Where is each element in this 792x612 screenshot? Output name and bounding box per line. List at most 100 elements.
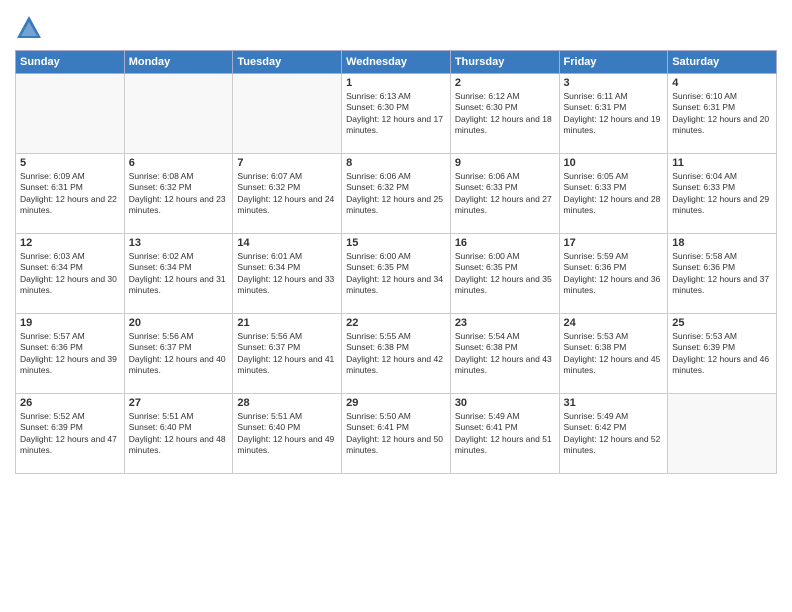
- day-number: 11: [672, 157, 772, 169]
- calendar-day: [16, 74, 125, 154]
- calendar-day: 7 Sunrise: 6:07 AM Sunset: 6:32 PM Dayli…: [233, 154, 342, 234]
- calendar-day: 21 Sunrise: 5:56 AM Sunset: 6:37 PM Dayl…: [233, 314, 342, 394]
- day-number: 26: [20, 397, 120, 409]
- day-detail: Sunrise: 6:05 AM Sunset: 6:33 PM Dayligh…: [564, 171, 664, 217]
- day-number: 22: [346, 317, 446, 329]
- calendar-day: 25 Sunrise: 5:53 AM Sunset: 6:39 PM Dayl…: [668, 314, 777, 394]
- day-number: 15: [346, 237, 446, 249]
- calendar-week-row: 26 Sunrise: 5:52 AM Sunset: 6:39 PM Dayl…: [16, 394, 777, 474]
- day-number: 19: [20, 317, 120, 329]
- day-number: 30: [455, 397, 555, 409]
- day-number: 17: [564, 237, 664, 249]
- calendar-week-row: 1 Sunrise: 6:13 AM Sunset: 6:30 PM Dayli…: [16, 74, 777, 154]
- day-number: 20: [129, 317, 229, 329]
- calendar-day: 14 Sunrise: 6:01 AM Sunset: 6:34 PM Dayl…: [233, 234, 342, 314]
- day-detail: Sunrise: 5:49 AM Sunset: 6:41 PM Dayligh…: [455, 411, 555, 457]
- calendar-day: 6 Sunrise: 6:08 AM Sunset: 6:32 PM Dayli…: [124, 154, 233, 234]
- day-detail: Sunrise: 6:10 AM Sunset: 6:31 PM Dayligh…: [672, 91, 772, 137]
- day-number: 21: [237, 317, 337, 329]
- day-number: 16: [455, 237, 555, 249]
- day-number: 6: [129, 157, 229, 169]
- day-detail: Sunrise: 6:12 AM Sunset: 6:30 PM Dayligh…: [455, 91, 555, 137]
- day-number: 29: [346, 397, 446, 409]
- day-number: 18: [672, 237, 772, 249]
- day-detail: Sunrise: 5:56 AM Sunset: 6:37 PM Dayligh…: [237, 331, 337, 377]
- calendar-day: 3 Sunrise: 6:11 AM Sunset: 6:31 PM Dayli…: [559, 74, 668, 154]
- day-detail: Sunrise: 5:51 AM Sunset: 6:40 PM Dayligh…: [129, 411, 229, 457]
- day-detail: Sunrise: 6:00 AM Sunset: 6:35 PM Dayligh…: [346, 251, 446, 297]
- day-detail: Sunrise: 5:53 AM Sunset: 6:39 PM Dayligh…: [672, 331, 772, 377]
- header: [15, 10, 777, 42]
- day-detail: Sunrise: 6:03 AM Sunset: 6:34 PM Dayligh…: [20, 251, 120, 297]
- weekday-header: Sunday: [16, 51, 125, 74]
- day-number: 8: [346, 157, 446, 169]
- calendar: SundayMondayTuesdayWednesdayThursdayFrid…: [15, 50, 777, 474]
- calendar-day: 30 Sunrise: 5:49 AM Sunset: 6:41 PM Dayl…: [450, 394, 559, 474]
- calendar-day: 2 Sunrise: 6:12 AM Sunset: 6:30 PM Dayli…: [450, 74, 559, 154]
- calendar-day: [668, 394, 777, 474]
- day-detail: Sunrise: 5:55 AM Sunset: 6:38 PM Dayligh…: [346, 331, 446, 377]
- calendar-week-row: 12 Sunrise: 6:03 AM Sunset: 6:34 PM Dayl…: [16, 234, 777, 314]
- day-detail: Sunrise: 6:13 AM Sunset: 6:30 PM Dayligh…: [346, 91, 446, 137]
- day-detail: Sunrise: 5:52 AM Sunset: 6:39 PM Dayligh…: [20, 411, 120, 457]
- weekday-row: SundayMondayTuesdayWednesdayThursdayFrid…: [16, 51, 777, 74]
- calendar-week-row: 5 Sunrise: 6:09 AM Sunset: 6:31 PM Dayli…: [16, 154, 777, 234]
- calendar-day: 13 Sunrise: 6:02 AM Sunset: 6:34 PM Dayl…: [124, 234, 233, 314]
- calendar-day: 5 Sunrise: 6:09 AM Sunset: 6:31 PM Dayli…: [16, 154, 125, 234]
- day-number: 1: [346, 77, 446, 89]
- weekday-header: Wednesday: [342, 51, 451, 74]
- calendar-day: 15 Sunrise: 6:00 AM Sunset: 6:35 PM Dayl…: [342, 234, 451, 314]
- day-detail: Sunrise: 5:49 AM Sunset: 6:42 PM Dayligh…: [564, 411, 664, 457]
- weekday-header: Tuesday: [233, 51, 342, 74]
- calendar-day: 23 Sunrise: 5:54 AM Sunset: 6:38 PM Dayl…: [450, 314, 559, 394]
- day-number: 25: [672, 317, 772, 329]
- day-detail: Sunrise: 6:02 AM Sunset: 6:34 PM Dayligh…: [129, 251, 229, 297]
- calendar-day: 4 Sunrise: 6:10 AM Sunset: 6:31 PM Dayli…: [668, 74, 777, 154]
- day-number: 7: [237, 157, 337, 169]
- day-detail: Sunrise: 6:07 AM Sunset: 6:32 PM Dayligh…: [237, 171, 337, 217]
- day-detail: Sunrise: 5:51 AM Sunset: 6:40 PM Dayligh…: [237, 411, 337, 457]
- day-number: 3: [564, 77, 664, 89]
- day-detail: Sunrise: 5:57 AM Sunset: 6:36 PM Dayligh…: [20, 331, 120, 377]
- calendar-day: 19 Sunrise: 5:57 AM Sunset: 6:36 PM Dayl…: [16, 314, 125, 394]
- day-number: 31: [564, 397, 664, 409]
- page-container: SundayMondayTuesdayWednesdayThursdayFrid…: [0, 0, 792, 612]
- day-detail: Sunrise: 6:06 AM Sunset: 6:33 PM Dayligh…: [455, 171, 555, 217]
- logo-icon: [15, 14, 43, 42]
- calendar-day: 28 Sunrise: 5:51 AM Sunset: 6:40 PM Dayl…: [233, 394, 342, 474]
- day-number: 28: [237, 397, 337, 409]
- calendar-day: 26 Sunrise: 5:52 AM Sunset: 6:39 PM Dayl…: [16, 394, 125, 474]
- day-number: 2: [455, 77, 555, 89]
- calendar-day: 1 Sunrise: 6:13 AM Sunset: 6:30 PM Dayli…: [342, 74, 451, 154]
- day-number: 5: [20, 157, 120, 169]
- day-number: 9: [455, 157, 555, 169]
- weekday-header: Monday: [124, 51, 233, 74]
- calendar-day: [124, 74, 233, 154]
- day-detail: Sunrise: 6:01 AM Sunset: 6:34 PM Dayligh…: [237, 251, 337, 297]
- calendar-day: 29 Sunrise: 5:50 AM Sunset: 6:41 PM Dayl…: [342, 394, 451, 474]
- day-detail: Sunrise: 5:54 AM Sunset: 6:38 PM Dayligh…: [455, 331, 555, 377]
- calendar-day: 16 Sunrise: 6:00 AM Sunset: 6:35 PM Dayl…: [450, 234, 559, 314]
- calendar-day: 24 Sunrise: 5:53 AM Sunset: 6:38 PM Dayl…: [559, 314, 668, 394]
- day-number: 14: [237, 237, 337, 249]
- day-number: 27: [129, 397, 229, 409]
- day-number: 12: [20, 237, 120, 249]
- calendar-day: 20 Sunrise: 5:56 AM Sunset: 6:37 PM Dayl…: [124, 314, 233, 394]
- calendar-day: [233, 74, 342, 154]
- day-detail: Sunrise: 5:56 AM Sunset: 6:37 PM Dayligh…: [129, 331, 229, 377]
- day-number: 10: [564, 157, 664, 169]
- calendar-day: 11 Sunrise: 6:04 AM Sunset: 6:33 PM Dayl…: [668, 154, 777, 234]
- day-detail: Sunrise: 6:08 AM Sunset: 6:32 PM Dayligh…: [129, 171, 229, 217]
- logo: [15, 14, 47, 42]
- calendar-header: SundayMondayTuesdayWednesdayThursdayFrid…: [16, 51, 777, 74]
- day-detail: Sunrise: 5:53 AM Sunset: 6:38 PM Dayligh…: [564, 331, 664, 377]
- day-number: 4: [672, 77, 772, 89]
- calendar-day: 8 Sunrise: 6:06 AM Sunset: 6:32 PM Dayli…: [342, 154, 451, 234]
- day-detail: Sunrise: 5:59 AM Sunset: 6:36 PM Dayligh…: [564, 251, 664, 297]
- day-detail: Sunrise: 6:00 AM Sunset: 6:35 PM Dayligh…: [455, 251, 555, 297]
- day-detail: Sunrise: 5:50 AM Sunset: 6:41 PM Dayligh…: [346, 411, 446, 457]
- calendar-day: 31 Sunrise: 5:49 AM Sunset: 6:42 PM Dayl…: [559, 394, 668, 474]
- day-detail: Sunrise: 6:11 AM Sunset: 6:31 PM Dayligh…: [564, 91, 664, 137]
- calendar-day: 27 Sunrise: 5:51 AM Sunset: 6:40 PM Dayl…: [124, 394, 233, 474]
- calendar-day: 12 Sunrise: 6:03 AM Sunset: 6:34 PM Dayl…: [16, 234, 125, 314]
